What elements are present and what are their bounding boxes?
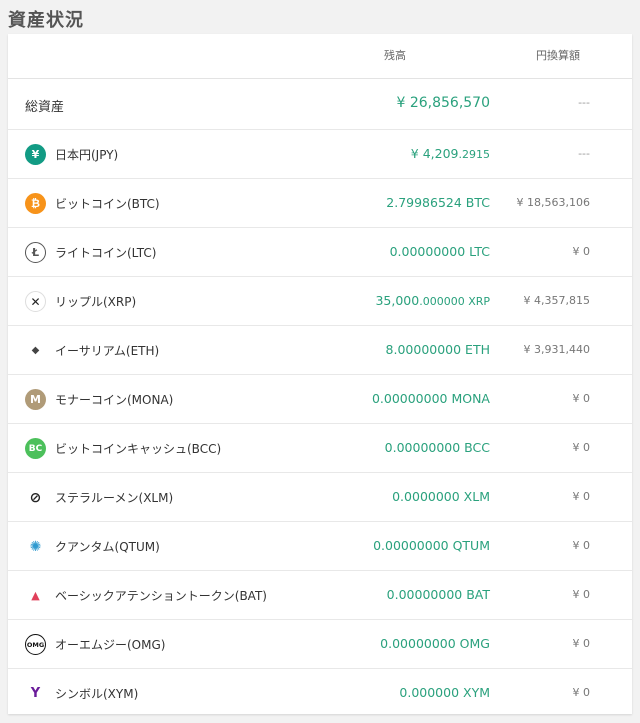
asset-jpy-value: ¥ 0 [572, 686, 591, 699]
asset-balance-main: 0.000000 XYM [399, 685, 490, 700]
asset-row: ✺ クアンタム(QTUM) 0.00000000 QTUM ¥ 0 [8, 522, 632, 571]
asset-jpy-value: ¥ 0 [572, 392, 591, 405]
asset-balance: ¥ 4,209.2915 [411, 146, 490, 161]
asset-name: 日本円(JPY) [55, 148, 119, 162]
asset-balance: 0.00000000 MONA [372, 391, 490, 406]
asset-balance-fraction: .2915 [458, 148, 491, 161]
qtum-icon: ✺ [25, 536, 46, 557]
ethereum-icon: ◆ [25, 340, 46, 361]
asset-balance-main: 0.00000000 LTC [389, 244, 490, 259]
asset-name: オーエムジー(OMG) [55, 638, 166, 652]
total-assets-balance: ¥ 26,856,570 [396, 95, 490, 111]
asset-jpy-value: ¥ 3,931,440 [523, 343, 590, 356]
asset-balance: 0.00000000 QTUM [373, 538, 490, 553]
xrp-icon: ✕ [25, 291, 46, 312]
asset-jpy-value: ¥ 18,563,106 [516, 196, 590, 209]
monacoin-icon: M [25, 389, 46, 410]
bitcoincash-icon: BC [25, 438, 46, 459]
asset-row: Ł ライトコイン(LTC) 0.00000000 LTC ¥ 0 [8, 228, 632, 277]
total-assets-jpy-value: --- [578, 96, 590, 109]
asset-name: ビットコインキャッシュ(BCC) [55, 442, 222, 456]
asset-name: クアンタム(QTUM) [55, 540, 160, 554]
asset-balance-main: 0.00000000 OMG [380, 636, 490, 651]
asset-name: モナーコイン(MONA) [55, 393, 174, 407]
asset-name: リップル(XRP) [55, 295, 137, 309]
asset-row: ▲ ベーシックアテンショントークン(BAT) 0.00000000 BAT ¥ 0 [8, 571, 632, 620]
asset-jpy-value: ¥ 4,357,815 [523, 294, 590, 307]
asset-jpy-value: ¥ 0 [572, 637, 591, 650]
asset-row: ⊘ ステラルーメン(XLM) 0.0000000 XLM ¥ 0 [8, 473, 632, 522]
asset-balance-main: 35,000 [375, 293, 420, 308]
bitcoin-icon: ₿ [25, 193, 46, 214]
assets-table: 残高 円換算額 総資産 ¥ 26,856,570 --- ¥ 日本円(JPY) ¥ … [8, 34, 632, 714]
asset-balance: 0.00000000 OMG [380, 636, 490, 651]
asset-jpy-value: ¥ 0 [572, 539, 591, 552]
asset-row: BC ビットコインキャッシュ(BCC) 0.00000000 BCC ¥ 0 [8, 424, 632, 473]
asset-balance-main: 0.00000000 MONA [371, 391, 490, 406]
total-assets-row: 総資産 ¥ 26,856,570 --- [8, 79, 632, 130]
asset-balance-main: 2.79986524 BTC [386, 195, 490, 210]
asset-jpy-value: ¥ 0 [572, 490, 591, 503]
asset-name: ライトコイン(LTC) [55, 246, 157, 260]
balance-column-header: 残高 [384, 49, 406, 62]
stellar-icon: ⊘ [25, 487, 46, 508]
asset-row: Y シンボル(XYM) 0.000000 XYM ¥ 0 [8, 669, 632, 717]
asset-name: イーサリアム(ETH) [55, 344, 160, 358]
asset-balance: 2.79986524 BTC [386, 195, 490, 210]
asset-balance-main: 0.00000000 QTUM [373, 538, 490, 553]
total-assets-label: 総資産 [25, 100, 65, 115]
jpy-value-column-header: 円換算額 [536, 49, 580, 62]
asset-row: ◆ イーサリアム(ETH) 8.00000000 ETH ¥ 3,931,440 [8, 326, 632, 375]
asset-balance: 0.00000000 BAT [387, 587, 490, 602]
omisego-icon: OMG [25, 634, 46, 655]
asset-balance: 0.00000000 BCC [385, 440, 490, 455]
asset-name: ベーシックアテンショントークン(BAT) [55, 589, 267, 603]
table-header: 残高 円換算額 [8, 34, 632, 79]
bat-icon: ▲ [25, 585, 46, 606]
asset-balance: 8.00000000 ETH [386, 342, 490, 357]
asset-row: OMG オーエムジー(OMG) 0.00000000 OMG ¥ 0 [8, 620, 632, 669]
asset-name: ビットコイン(BTC) [55, 197, 160, 211]
litecoin-icon: Ł [25, 242, 46, 263]
asset-jpy-value: --- [578, 147, 590, 160]
asset-name: ステラルーメン(XLM) [55, 491, 174, 505]
asset-row: ✕ リップル(XRP) 35,000.000000 XRP ¥ 4,357,815 [8, 277, 632, 326]
asset-row: M モナーコイン(MONA) 0.00000000 MONA ¥ 0 [8, 375, 632, 424]
symbol-icon: Y [25, 683, 46, 704]
asset-balance-main: 0.00000000 BCC [384, 440, 490, 455]
yen-icon: ¥ [25, 144, 46, 165]
page-title: 資産状況 [8, 10, 84, 31]
asset-balance-main: 0.0000000 XLM [392, 489, 490, 504]
asset-jpy-value: ¥ 0 [572, 588, 591, 601]
asset-balance: 0.0000000 XLM [392, 489, 490, 504]
asset-balance-fraction: .000000 XRP [419, 295, 490, 308]
asset-row: ¥ 日本円(JPY) ¥ 4,209.2915 --- [8, 130, 632, 179]
asset-balance: 35,000.000000 XRP [375, 293, 490, 308]
asset-jpy-value: ¥ 0 [572, 441, 591, 454]
asset-name: シンボル(XYM) [55, 687, 139, 701]
asset-jpy-value: ¥ 0 [572, 245, 591, 258]
asset-balance: 0.00000000 LTC [390, 244, 490, 259]
asset-balance-main: 8.00000000 ETH [385, 342, 490, 357]
asset-balance-main: ¥ 4,209 [410, 146, 459, 161]
asset-balance: 0.000000 XYM [399, 685, 490, 700]
asset-balance-main: 0.00000000 BAT [386, 587, 490, 602]
asset-row: ₿ ビットコイン(BTC) 2.79986524 BTC ¥ 18,563,106 [8, 179, 632, 228]
